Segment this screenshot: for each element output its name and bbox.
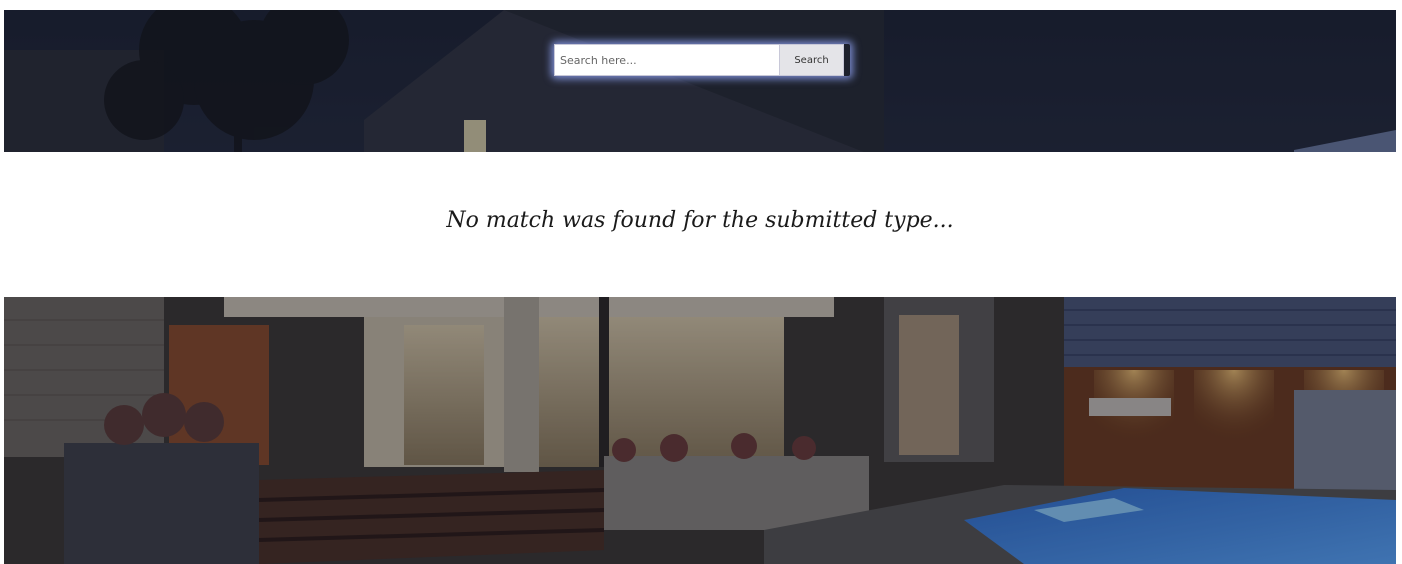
page: Search No match was found for the submit… — [0, 0, 1402, 564]
no-results-message: No match was found for the submitted typ… — [446, 208, 954, 233]
results-panel: No match was found for the submitted typ… — [4, 152, 1396, 297]
search-input[interactable] — [554, 44, 780, 76]
search-bar: Search — [554, 44, 850, 76]
search-button[interactable]: Search — [780, 44, 844, 76]
